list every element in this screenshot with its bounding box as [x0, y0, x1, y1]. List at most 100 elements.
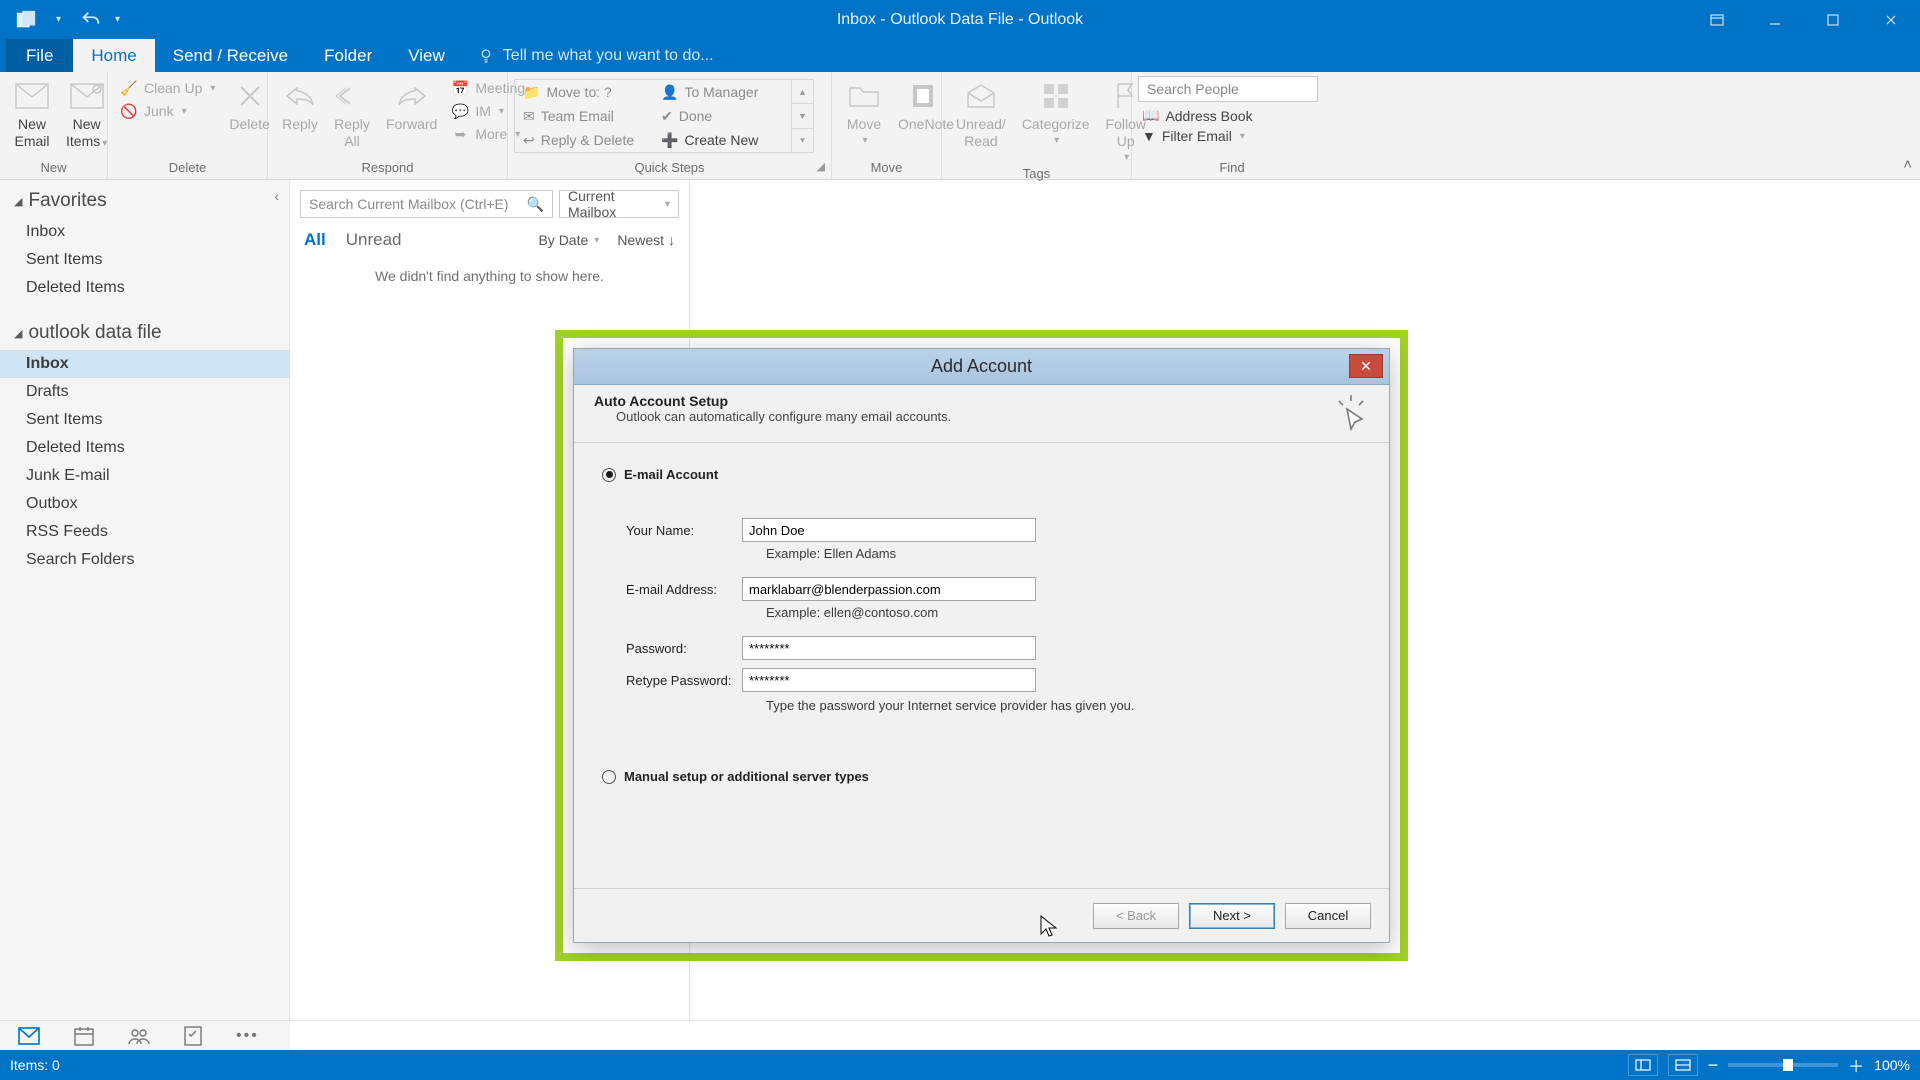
chevron-down-icon[interactable]: ▼ [792, 104, 813, 128]
folder-junk[interactable]: Junk E-mail [0, 462, 289, 490]
folder-sent[interactable]: Sent Items [0, 406, 289, 434]
triangle-down-icon: ◢ [14, 195, 22, 208]
qs-team-email[interactable]: ✉Team Email [515, 104, 653, 128]
data-file-header[interactable]: ◢outlook data file [14, 322, 275, 344]
funnel-icon: ▼ [1142, 128, 1156, 144]
back-button[interactable]: < Back [1093, 903, 1179, 929]
dialog-title: Add Account [931, 356, 1032, 377]
filter-email-button[interactable]: ▼Filter Email▾ [1138, 128, 1326, 144]
zoom-out-icon[interactable]: − [1708, 1055, 1719, 1076]
tab-file[interactable]: File [6, 39, 73, 72]
fav-sent[interactable]: Sent Items [0, 246, 289, 274]
move-folder-icon [846, 78, 882, 114]
group-label-tags: Tags [942, 166, 1131, 185]
filter-unread[interactable]: Unread [346, 230, 402, 250]
new-items-button[interactable]: New Items▾ [58, 76, 115, 152]
quick-steps-gallery[interactable]: 📁Move to: ? ✉Team Email ↩Reply & Delete … [514, 79, 814, 153]
group-new: New Email New Items▾ New [0, 72, 108, 179]
reply-button[interactable]: Reply [274, 76, 326, 135]
radio-email-account[interactable]: E-mail Account [602, 467, 1361, 482]
minimize-icon[interactable] [1746, 0, 1804, 39]
radio-manual-setup[interactable]: Manual setup or additional server types [602, 769, 1361, 784]
folder-rss[interactable]: RSS Feeds [0, 518, 289, 546]
dialog-header-title: Auto Account Setup [594, 393, 951, 409]
tell-me[interactable]: Tell me what you want to do... [477, 39, 714, 72]
input-email[interactable] [742, 577, 1036, 601]
ribbon-display-options-icon[interactable] [1688, 0, 1746, 39]
search-mailbox-input[interactable]: Search Current Mailbox (Ctrl+E) 🔍 [300, 190, 553, 218]
nav-people-icon[interactable] [128, 1027, 150, 1045]
folder-search[interactable]: Search Folders [0, 546, 289, 574]
folder-outbox[interactable]: Outbox [0, 490, 289, 518]
chevron-up-icon[interactable]: ▲ [792, 80, 813, 104]
qs-create-new[interactable]: ➕Create New [653, 128, 791, 152]
view-reading-icon[interactable] [1668, 1054, 1698, 1076]
categorize-button[interactable]: Categorize▾ [1014, 76, 1098, 149]
qat-customize-icon[interactable]: ▾ [115, 14, 120, 25]
dialog-close-button[interactable]: ✕ [1349, 354, 1383, 378]
search-scope-dropdown[interactable]: Current Mailbox▾ [559, 190, 679, 218]
folder-inbox[interactable]: Inbox [0, 350, 289, 378]
clean-up-button[interactable]: 🧹Clean Up▾ [114, 78, 221, 98]
input-retype-password[interactable] [742, 668, 1036, 692]
qs-expand-icon[interactable]: ▾ [792, 129, 813, 152]
collapse-ribbon-icon[interactable]: ˄ [1903, 156, 1912, 173]
label-your-name: Your Name: [626, 523, 742, 538]
nav-calendar-icon[interactable] [74, 1026, 94, 1046]
maximize-icon[interactable] [1804, 0, 1862, 39]
search-people-input[interactable]: Search People [1138, 76, 1318, 102]
nav-more-icon[interactable]: ••• [236, 1027, 259, 1045]
undo-icon[interactable] [79, 8, 103, 32]
data-file-items: Inbox Drafts Sent Items Deleted Items Ju… [0, 348, 289, 584]
collapse-nav-icon[interactable]: ‹ [274, 188, 279, 204]
new-email-button[interactable]: New Email [6, 76, 58, 152]
group-delete: 🧹Clean Up▾ 🚫Junk▾ Delete Delete [108, 72, 268, 179]
tab-send-receive[interactable]: Send / Receive [155, 39, 306, 72]
address-book-button[interactable]: 📖Address Book [1138, 107, 1326, 124]
hint-email: Example: ellen@contoso.com [626, 605, 1361, 620]
categories-icon [1038, 78, 1074, 114]
address-book-icon: 📖 [1142, 107, 1159, 124]
cancel-button[interactable]: Cancel [1285, 903, 1371, 929]
zoom-slider[interactable] [1728, 1063, 1838, 1067]
folder-icon: 📁 [523, 84, 540, 101]
fav-deleted[interactable]: Deleted Items [0, 274, 289, 302]
sort-by-dropdown[interactable]: By Date ▾ [538, 232, 599, 248]
tab-home[interactable]: Home [73, 39, 154, 72]
search-icon[interactable]: 🔍 [527, 196, 544, 213]
input-password[interactable] [742, 636, 1036, 660]
qs-to-manager[interactable]: 👤To Manager [653, 80, 791, 104]
favorites-header[interactable]: ◢Favorites [14, 190, 275, 212]
qs-scroll[interactable]: ▲▼▾ [791, 80, 813, 152]
group-tags: Unread/ Read Categorize▾ Follow Up▾ Tags [942, 72, 1132, 179]
reply-all-button[interactable]: Reply All [326, 76, 378, 152]
qat-dropdown-icon[interactable]: ▾ [56, 14, 61, 25]
fav-inbox[interactable]: Inbox [0, 218, 289, 246]
view-normal-icon[interactable] [1628, 1054, 1658, 1076]
forward-button[interactable]: Forward [378, 76, 445, 135]
reply-delete-icon: ↩ [523, 132, 535, 149]
move-button[interactable]: Move▾ [838, 76, 890, 149]
zoom-in-icon[interactable]: ＋ [1848, 1053, 1864, 1077]
next-button[interactable]: Next > [1189, 903, 1275, 929]
dialog-title-bar[interactable]: Add Account ✕ [574, 349, 1389, 385]
qs-move-to[interactable]: 📁Move to: ? [515, 80, 653, 104]
junk-button[interactable]: 🚫Junk▾ [114, 101, 221, 121]
folder-drafts[interactable]: Drafts [0, 378, 289, 406]
folder-deleted[interactable]: Deleted Items [0, 434, 289, 462]
tab-folder[interactable]: Folder [306, 39, 390, 72]
qs-reply-delete[interactable]: ↩Reply & Delete [515, 128, 653, 152]
chat-icon: 💬 [451, 102, 469, 120]
unread-read-button[interactable]: Unread/ Read [948, 76, 1014, 152]
tab-view[interactable]: View [390, 39, 463, 72]
qs-done[interactable]: ✔Done [653, 104, 791, 128]
sort-order-dropdown[interactable]: Newest ↓ [617, 232, 675, 248]
close-icon[interactable] [1862, 0, 1920, 39]
reply-icon [282, 78, 318, 114]
bulb-icon [477, 47, 495, 65]
nav-tasks-icon[interactable] [184, 1026, 202, 1046]
nav-mail-icon[interactable] [18, 1027, 40, 1045]
dialog-launcher-icon[interactable]: ◢ [817, 160, 825, 173]
filter-all[interactable]: All [304, 230, 326, 250]
input-your-name[interactable] [742, 518, 1036, 542]
